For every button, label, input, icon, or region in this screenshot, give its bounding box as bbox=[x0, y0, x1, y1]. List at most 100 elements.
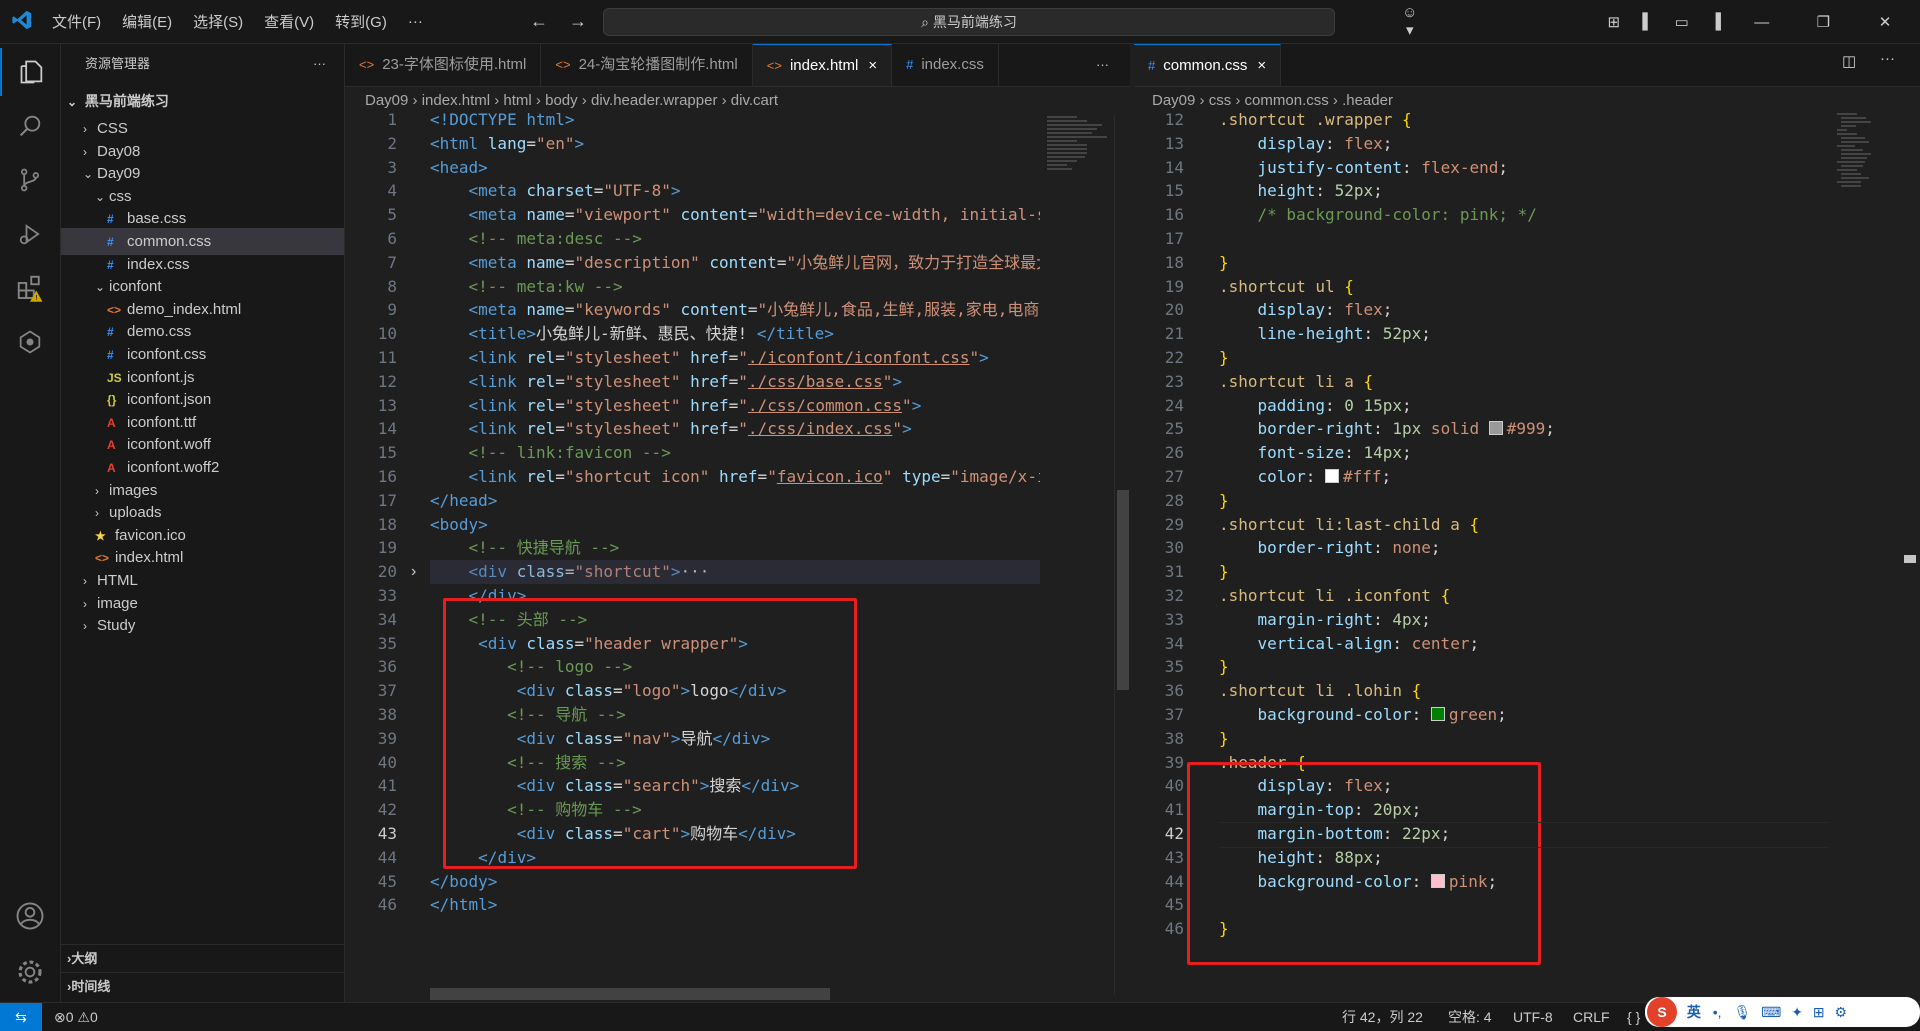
html-code-line[interactable]: <html lang="en"> bbox=[430, 132, 584, 156]
copilot-icon[interactable]: ☺▾ bbox=[1399, 4, 1421, 39]
search-icon[interactable] bbox=[0, 102, 60, 150]
ime-skin-icon[interactable]: ✦ bbox=[1791, 1004, 1803, 1020]
html-code-line[interactable]: <!-- link:favicon --> bbox=[430, 441, 671, 465]
menu-item[interactable]: 转到(G) bbox=[335, 11, 387, 32]
customize-layout-icon[interactable]: ⊞ bbox=[1603, 13, 1625, 31]
css-code-line[interactable]: font-size: 14px; bbox=[1219, 441, 1412, 465]
breadcrumb-item[interactable]: html bbox=[503, 92, 531, 109]
css-code-line[interactable]: background-color: green; bbox=[1219, 703, 1507, 727]
css-code-line[interactable]: .shortcut li:last-child a { bbox=[1219, 513, 1479, 537]
breadcrumb-item[interactable]: Day09 bbox=[365, 92, 408, 109]
nav-forward-icon[interactable]: → bbox=[569, 11, 587, 31]
close-icon[interactable]: × bbox=[1257, 45, 1266, 86]
problems-indicator[interactable]: ⊗0 ⚠0 bbox=[54, 1003, 98, 1031]
manage-gear-icon[interactable] bbox=[0, 948, 60, 996]
html-code-line[interactable]: <link rel="shortcut icon" href="favicon.… bbox=[430, 465, 1040, 489]
close-window-icon[interactable]: ✕ bbox=[1862, 13, 1908, 31]
css-code-line[interactable]: } bbox=[1219, 727, 1229, 751]
account-icon[interactable] bbox=[0, 892, 60, 940]
color-swatch[interactable] bbox=[1488, 421, 1503, 436]
tree-item[interactable]: › Study bbox=[61, 612, 344, 639]
html-code-line[interactable]: <!DOCTYPE html> bbox=[430, 108, 575, 132]
breadcrumb-item[interactable]: common.css bbox=[1245, 92, 1329, 109]
left-horizontal-scrollbar[interactable] bbox=[430, 988, 830, 1000]
css-code-line[interactable]: .shortcut li .iconfont { bbox=[1219, 584, 1450, 608]
outline-section[interactable]: ›大纲 bbox=[61, 944, 344, 972]
css-code-line[interactable]: line-height: 52px; bbox=[1219, 322, 1431, 346]
css-code-line[interactable]: border-right: none; bbox=[1219, 536, 1441, 560]
timeline-section[interactable]: ›时间线 bbox=[61, 972, 344, 1000]
html-code-line[interactable]: <!-- meta:desc --> bbox=[430, 227, 642, 251]
css-code-line[interactable]: .shortcut li a { bbox=[1219, 370, 1373, 394]
editor-tab[interactable]: # index.css bbox=[892, 44, 999, 86]
css-code-line[interactable]: display: flex; bbox=[1219, 298, 1393, 322]
html-code-line[interactable]: <link rel="stylesheet" href="./css/index… bbox=[430, 417, 912, 441]
run-debug-icon[interactable] bbox=[0, 210, 60, 258]
css-code-line[interactable]: } bbox=[1219, 560, 1229, 584]
css-code-line[interactable]: justify-content: flex-end; bbox=[1219, 156, 1508, 180]
ime-keyboard-icon[interactable]: ⌨ bbox=[1761, 1004, 1781, 1020]
explorer-more-actions-icon[interactable]: ··· bbox=[313, 44, 326, 84]
html-code-line[interactable]: <meta charset="UTF-8"> bbox=[430, 179, 681, 203]
html-code-line[interactable]: <link rel="stylesheet" href="./css/base.… bbox=[430, 370, 903, 394]
css-code-line[interactable]: display: flex; bbox=[1219, 132, 1393, 156]
breadcrumb-item[interactable]: div.cart bbox=[731, 92, 778, 109]
fold-chevron-right-icon[interactable]: › bbox=[411, 560, 416, 584]
html-code-line[interactable]: </html> bbox=[430, 893, 497, 917]
css-code-line[interactable]: .shortcut ul { bbox=[1219, 275, 1354, 299]
color-swatch[interactable] bbox=[1324, 469, 1339, 483]
menu-item[interactable]: 选择(S) bbox=[193, 11, 243, 32]
menu-item[interactable]: 查看(V) bbox=[264, 11, 314, 32]
breadcrumb-item[interactable]: Day09 bbox=[1152, 92, 1195, 109]
editor-more-actions-icon[interactable]: ··· bbox=[1880, 50, 1895, 67]
html-code-line[interactable]: <meta name="keywords" content="小兔鲜儿,食品,生… bbox=[430, 298, 1040, 322]
explorer-icon[interactable] bbox=[0, 48, 62, 96]
css-code-line[interactable]: vertical-align: center; bbox=[1219, 632, 1480, 656]
html-code-line[interactable]: <div class="shortcut">··· bbox=[430, 560, 710, 584]
left-scrollbar-thumb[interactable] bbox=[1117, 490, 1129, 690]
css-code-line[interactable]: padding: 0 15px; bbox=[1219, 394, 1412, 418]
language-mode[interactable]: { } bbox=[1627, 1003, 1640, 1031]
workspace-root[interactable]: ⌄ 黑马前端练习 bbox=[61, 88, 344, 115]
html-code-line[interactable]: <!-- 快捷导航 --> bbox=[430, 536, 620, 560]
css-code-line[interactable]: border-right: 1px solid #999; bbox=[1219, 417, 1555, 441]
menu-item[interactable]: 文件(F) bbox=[52, 11, 101, 32]
html-code-line[interactable]: </body> bbox=[430, 870, 497, 894]
html-code-line[interactable]: <!-- meta:kw --> bbox=[430, 275, 623, 299]
menu-item[interactable]: 编辑(E) bbox=[122, 11, 172, 32]
css-code-line[interactable]: } bbox=[1219, 346, 1229, 370]
css-code-line[interactable]: margin-right: 4px; bbox=[1219, 608, 1431, 632]
editor-tab[interactable]: # common.css × bbox=[1134, 44, 1282, 86]
cursor-position[interactable]: 行 42，列 22 bbox=[1342, 1003, 1423, 1031]
css-code-line[interactable]: } bbox=[1219, 489, 1229, 513]
html-code-line[interactable]: <head> bbox=[430, 156, 488, 180]
left-scrollbar-track[interactable] bbox=[1114, 115, 1131, 995]
left-minimap[interactable] bbox=[1045, 115, 1115, 175]
left-tabs-more[interactable]: ··· bbox=[1075, 44, 1130, 87]
ime-punctuation-icon[interactable]: •, bbox=[1713, 1004, 1722, 1020]
extensions-icon[interactable]: ! bbox=[0, 264, 60, 312]
source-control-icon[interactable] bbox=[0, 156, 60, 204]
ime-settings-icon[interactable]: ⚙ bbox=[1835, 1004, 1848, 1020]
toggle-secondary-sidebar-icon[interactable]: ▐ bbox=[1705, 13, 1727, 30]
color-swatch[interactable] bbox=[1430, 707, 1445, 721]
nav-back-icon[interactable]: ← bbox=[530, 11, 548, 31]
toggle-sidebar-icon[interactable]: ▌ bbox=[1637, 13, 1659, 30]
command-center-search[interactable]: ⌕ 黑马前端练习 bbox=[603, 8, 1335, 36]
tabs-more-icon[interactable]: ··· bbox=[1096, 44, 1109, 86]
breadcrumb-item[interactable]: index.html bbox=[422, 92, 490, 109]
encoding[interactable]: UTF-8 bbox=[1513, 1003, 1553, 1031]
ime-toolbox-icon[interactable]: ⊞ bbox=[1813, 1004, 1825, 1020]
html-code-line[interactable]: <meta name="description" content="小兔鲜儿官网… bbox=[430, 251, 1040, 275]
ime-mode[interactable]: 英 bbox=[1687, 1004, 1701, 1020]
remote-explorer-icon[interactable] bbox=[0, 318, 60, 366]
split-editor-icon[interactable]: ◫ bbox=[1842, 52, 1856, 70]
breadcrumb-item[interactable]: css bbox=[1209, 92, 1232, 109]
toggle-panel-icon[interactable]: ▭ bbox=[1671, 13, 1693, 31]
editor-tab[interactable]: <> 24-淘宝轮播图制作.html bbox=[541, 44, 753, 86]
css-code-line[interactable]: .shortcut li .lohin { bbox=[1219, 679, 1421, 703]
editor-tab[interactable]: <> 23-字体图标使用.html bbox=[345, 44, 542, 86]
css-code-line[interactable]: .shortcut .wrapper { bbox=[1219, 108, 1412, 132]
html-code-line[interactable]: <body> bbox=[430, 513, 488, 537]
css-code-line[interactable]: height: 52px; bbox=[1219, 179, 1383, 203]
